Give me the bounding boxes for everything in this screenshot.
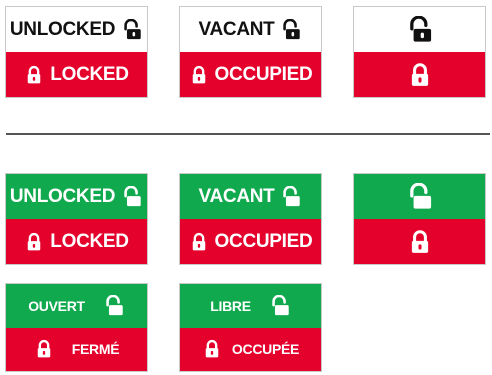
unlocked-padlock-icon (280, 186, 302, 208)
vacant-label: VACANT (198, 18, 275, 40)
locked-padlock-icon (34, 339, 54, 359)
occupied-panel: OCCUPIED (180, 52, 321, 97)
occupied-label: OCCUPIED (214, 63, 313, 85)
unlocked-padlock-icon (406, 183, 434, 211)
locked-padlock-icon (24, 65, 44, 85)
vacant-panel: VACANT (180, 7, 321, 52)
libre-panel: LIBRE (180, 284, 321, 328)
vacant-label: VACANT (198, 185, 275, 207)
unlocked-panel (354, 7, 485, 52)
locked-panel (354, 219, 485, 264)
occupied-label: OCCUPIED (214, 230, 313, 252)
sign-vacant-occupied-green: VACANT OCCUPIED (179, 173, 322, 265)
sign-unlocked-locked-green: UNLOCKED LOCKED (5, 173, 148, 265)
unlocked-label: UNLOCKED (9, 185, 116, 207)
ferme-label: FERMÉ (71, 341, 120, 358)
sign-icons-only-white (353, 6, 486, 98)
locked-padlock-icon (407, 229, 433, 255)
unlocked-padlock-icon (103, 295, 125, 317)
unlocked-panel (354, 174, 485, 219)
locked-padlock-icon (189, 232, 209, 252)
locked-panel: LOCKED (6, 219, 147, 264)
sign-unlocked-locked-white: UNLOCKED LOCKED (5, 6, 148, 98)
locked-padlock-icon (202, 339, 222, 359)
locked-padlock-icon (189, 65, 209, 85)
occupee-panel: OCCUPÉE (180, 327, 321, 371)
locked-padlock-icon (24, 232, 44, 252)
occupee-label: OCCUPÉE (231, 341, 300, 358)
unlocked-padlock-icon (280, 19, 302, 41)
locked-label: LOCKED (50, 230, 129, 252)
ferme-panel: FERMÉ (6, 327, 147, 371)
vacant-panel: VACANT (180, 174, 321, 219)
divider (6, 133, 490, 135)
ouvert-panel: OUVERT (6, 284, 147, 328)
occupied-panel: OCCUPIED (180, 219, 321, 264)
sign-vacant-occupied-white: VACANT OCCUPIED (179, 6, 322, 98)
libre-label: LIBRE (210, 297, 251, 314)
sign-libre-occupee: LIBRE OCCUPÉE (179, 283, 322, 372)
unlocked-panel: UNLOCKED (6, 7, 147, 52)
unlocked-padlock-icon (121, 186, 143, 208)
locked-padlock-icon (407, 62, 433, 88)
ouvert-label: OUVERT (28, 297, 85, 314)
sign-ouvert-ferme: OUVERT FERMÉ (5, 283, 148, 372)
unlocked-padlock-icon (121, 19, 143, 41)
unlocked-padlock-icon (406, 16, 434, 44)
unlocked-padlock-icon (269, 295, 291, 317)
locked-panel: LOCKED (6, 52, 147, 97)
locked-label: LOCKED (50, 63, 129, 85)
locked-panel (354, 52, 485, 97)
unlocked-panel: UNLOCKED (6, 174, 147, 219)
unlocked-label: UNLOCKED (9, 18, 116, 40)
sign-icons-only-green (353, 173, 486, 265)
